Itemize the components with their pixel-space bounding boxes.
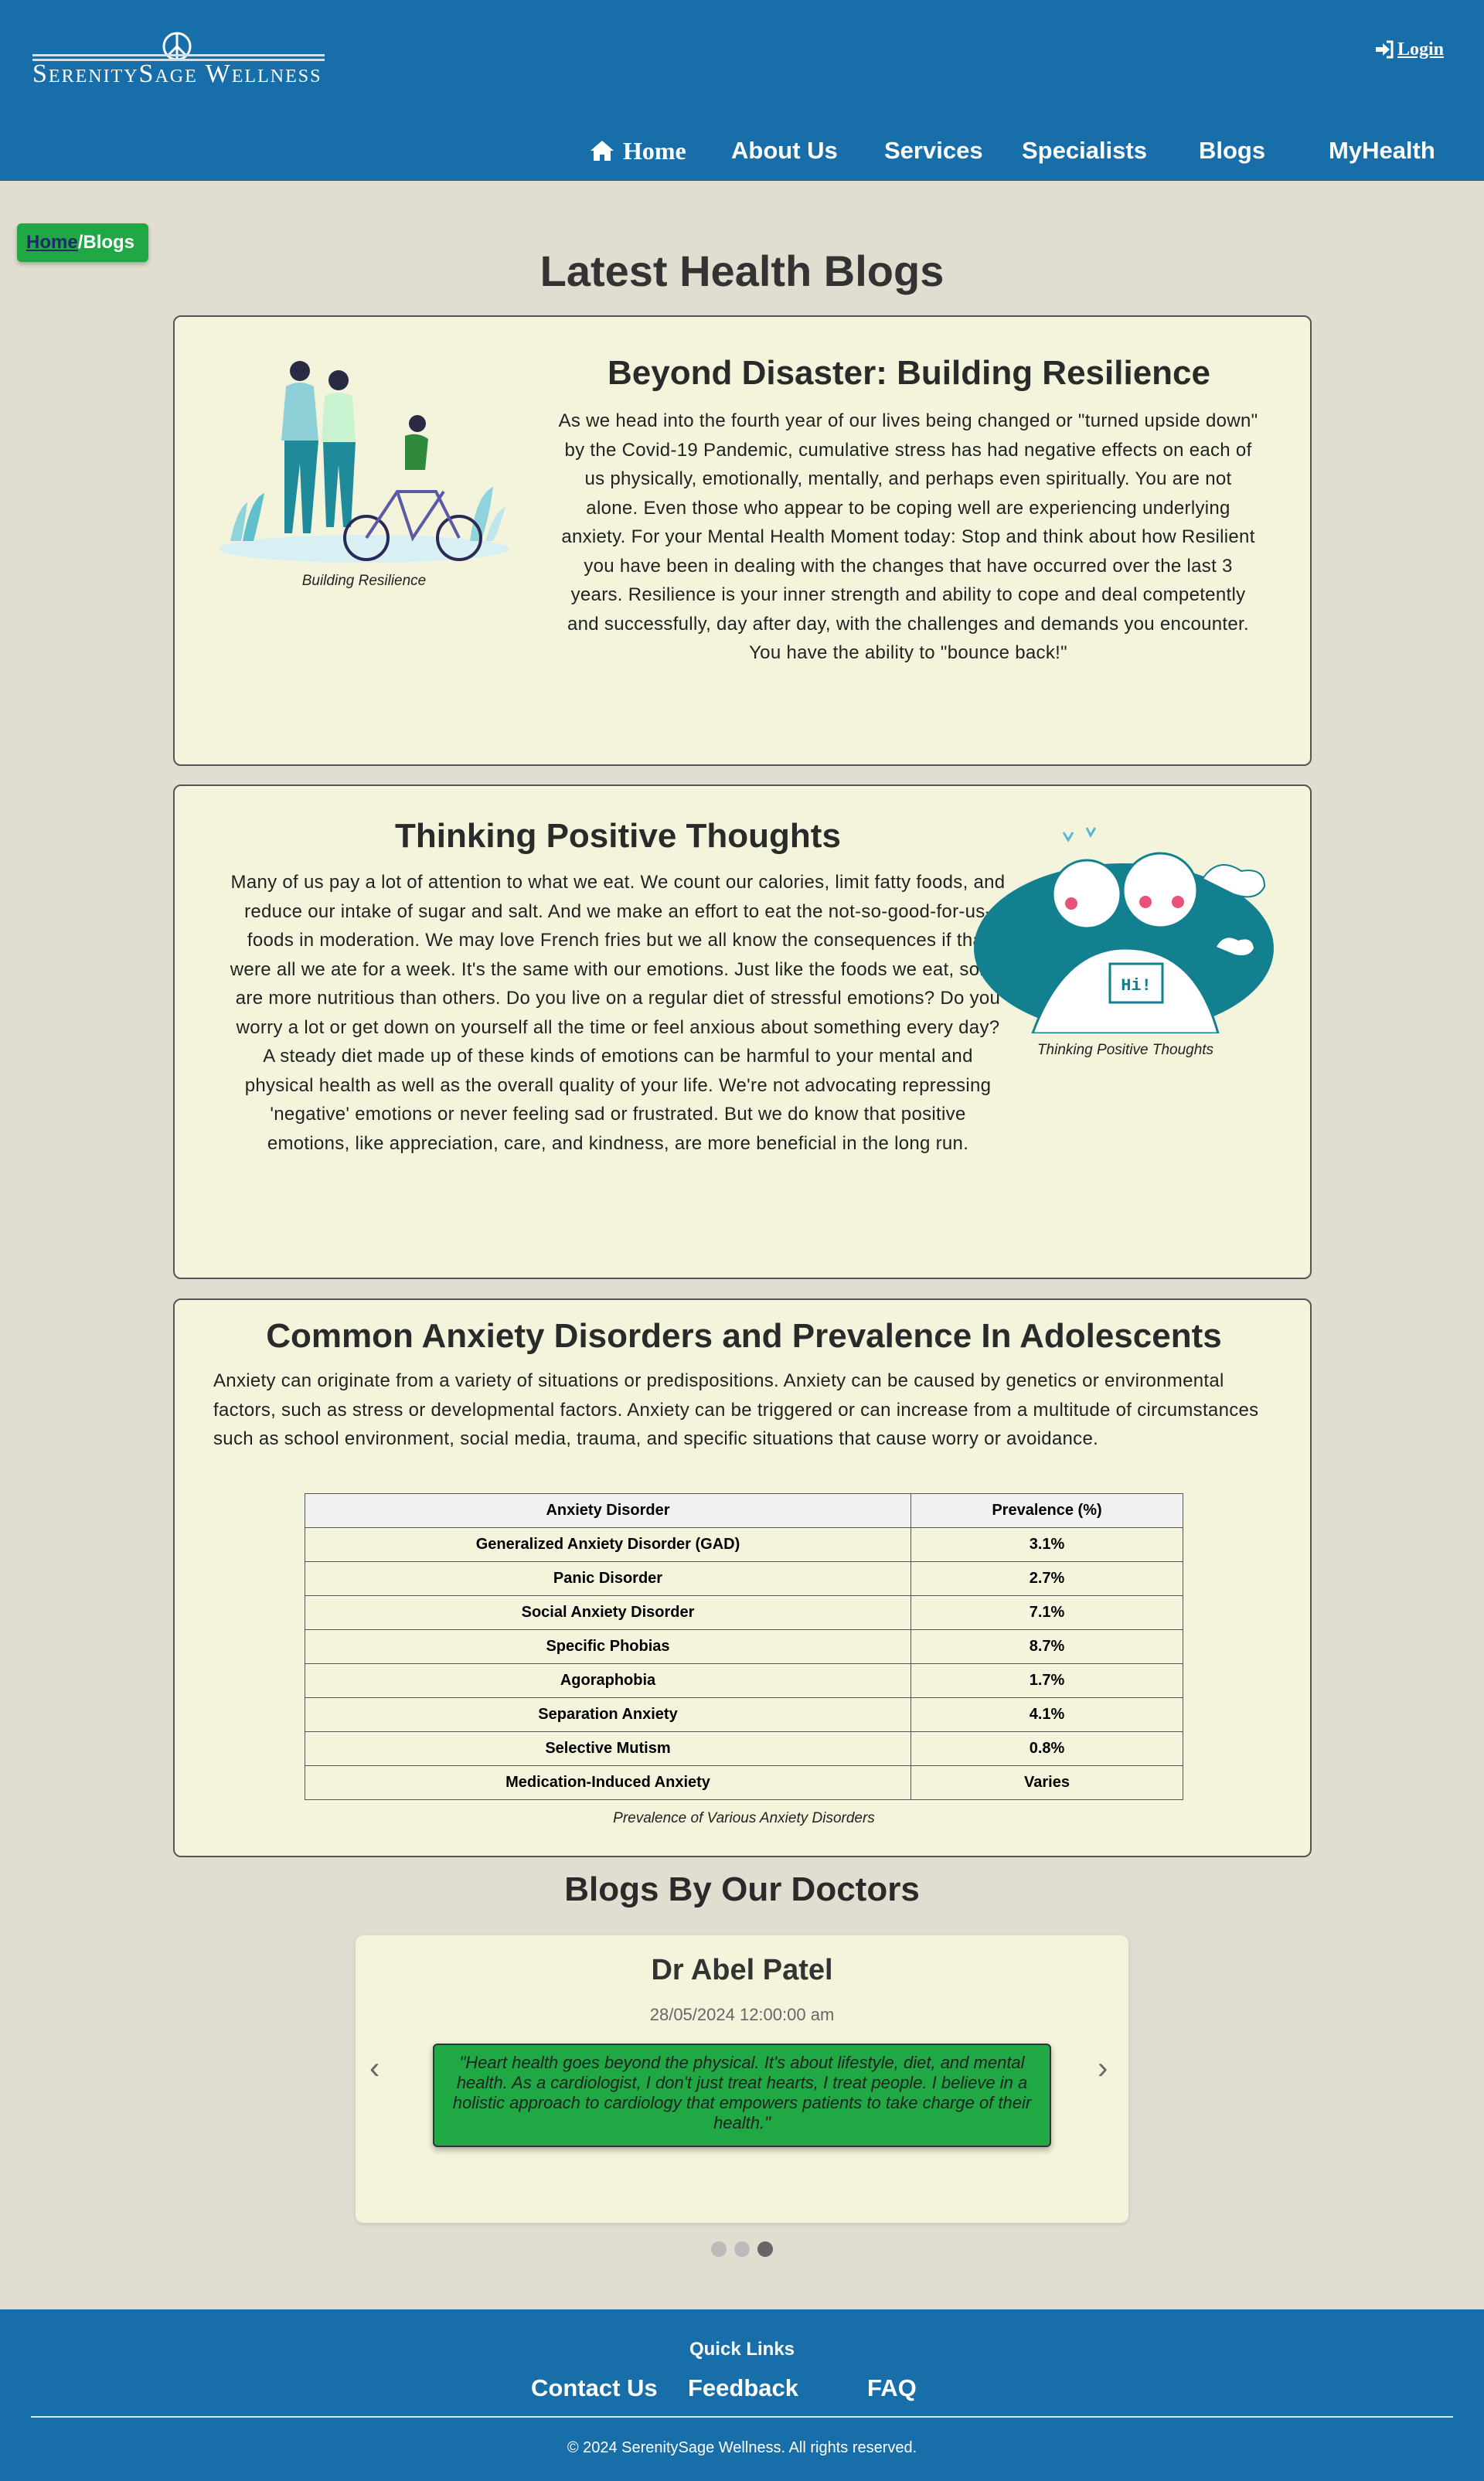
cell-disorder: Generalized Anxiety Disorder (GAD): [305, 1527, 911, 1562]
col-header-disorder: Anxiety Disorder: [305, 1493, 911, 1528]
family-cycling-illustration: [219, 361, 509, 563]
carousel-indicators: [711, 2241, 773, 2257]
footer-divider: [31, 2416, 1453, 2418]
sign-in-icon: [1376, 40, 1394, 59]
cell-prevalence: 1.7%: [910, 1663, 1183, 1698]
carousel-dot-1[interactable]: [711, 2241, 727, 2257]
nav-home-label: Home: [623, 136, 686, 165]
cell-prevalence: Varies: [910, 1765, 1183, 1800]
cell-disorder: Medication-Induced Anxiety: [305, 1765, 911, 1800]
quick-links-title: Quick Links: [689, 2339, 795, 2360]
nav-blogs[interactable]: Blogs: [1199, 131, 1265, 170]
carousel-dot-3[interactable]: [757, 2241, 773, 2257]
anxiety-card: Common Anxiety Disorders and Prevalence …: [173, 1298, 1312, 1857]
cell-prevalence: 4.1%: [910, 1697, 1183, 1732]
page-title: Latest Health Blogs: [539, 247, 945, 295]
footer-link-feedback[interactable]: Feedback: [688, 2374, 798, 2402]
carousel-next-button[interactable]: ›: [1098, 2051, 1108, 2086]
doctor-name: Dr Abel Patel: [651, 1954, 833, 1986]
table-row: Specific Phobias 8.7%: [305, 1629, 1183, 1664]
nav-myhealth[interactable]: MyHealth: [1329, 131, 1435, 170]
carousel-dot-2[interactable]: [734, 2241, 750, 2257]
table-row: Panic Disorder 2.7%: [305, 1561, 1183, 1596]
login-link[interactable]: Login: [1374, 36, 1444, 63]
table-header-row: Anxiety Disorder Prevalence (%): [305, 1493, 1183, 1528]
table-row: Separation Anxiety 4.1%: [305, 1697, 1183, 1732]
footer-link-faq[interactable]: FAQ: [867, 2374, 917, 2402]
peace-sign-icon: [162, 32, 192, 61]
cell-prevalence: 2.7%: [910, 1561, 1183, 1596]
nav-services[interactable]: Services: [884, 131, 983, 170]
blog-card-resilience: Building Resilience Beyond Disaster: Bui…: [173, 315, 1312, 766]
carousel-prev-button[interactable]: ‹: [369, 2051, 380, 2086]
doctors-blogs-title: Blogs By Our Doctors: [564, 1870, 920, 1908]
anxiety-table: Anxiety Disorder Prevalence (%) Generali…: [305, 1493, 1183, 1800]
positive-thoughts-caption: Thinking Positive Thoughts: [1036, 1042, 1214, 1058]
anxiety-intro: Anxiety can originate from a variety of …: [213, 1370, 1259, 1449]
logo-text: SerenitySage Wellness: [32, 60, 322, 88]
nav-home[interactable]: Home: [589, 131, 686, 170]
cell-prevalence: 3.1%: [910, 1527, 1183, 1562]
positive-thoughts-figure: Hi! Thinking Positive Thoughts: [971, 825, 1280, 1059]
cell-prevalence: 8.7%: [910, 1629, 1183, 1664]
blog-body-positive-thoughts: Many of us pay a lot of attention to wha…: [230, 872, 1006, 1154]
login-label: Login: [1397, 39, 1445, 60]
footer-link-contact-us[interactable]: Contact Us: [531, 2374, 658, 2402]
nav-specialists[interactable]: Specialists: [1022, 131, 1147, 170]
blog-card-positive-thoughts: Thinking Positive Thoughts Many of us pa…: [173, 784, 1312, 1279]
cell-disorder: Selective Mutism: [305, 1731, 911, 1766]
hi-sign-text: Hi!: [1121, 976, 1152, 995]
copyright-text: © 2024 SerenitySage Wellness. All rights…: [567, 2439, 917, 2456]
cell-disorder: Separation Anxiety: [305, 1697, 911, 1732]
home-icon: [591, 141, 614, 161]
cell-disorder: Agoraphobia: [305, 1663, 911, 1698]
col-header-prevalence: Prevalence (%): [910, 1493, 1183, 1528]
table-row: Selective Mutism 0.8%: [305, 1731, 1183, 1766]
blog-body-resilience: As we head into the fourth year of our l…: [558, 410, 1258, 663]
doctor-post-date: 28/05/2024 12:00:00 am: [649, 2005, 835, 2024]
cell-disorder: Panic Disorder: [305, 1561, 911, 1596]
doctor-quote: "Heart health goes beyond the physical. …: [433, 2044, 1051, 2147]
cell-prevalence: 7.1%: [910, 1595, 1183, 1630]
table-row: Medication-Induced Anxiety Varies: [305, 1765, 1183, 1800]
cell-disorder: Social Anxiety Disorder: [305, 1595, 911, 1630]
site-header: SerenitySage Wellness Login Home About U…: [0, 0, 1484, 181]
table-row: Generalized Anxiety Disorder (GAD) 3.1%: [305, 1527, 1183, 1562]
anxiety-table-caption: Prevalence of Various Anxiety Disorders: [613, 1810, 875, 1826]
resilience-figure: Building Resilience: [215, 356, 513, 590]
table-row: Social Anxiety Disorder 7.1%: [305, 1595, 1183, 1630]
blog-title-resilience: Beyond Disaster: Building Resilience: [608, 354, 1210, 392]
nav-about-us[interactable]: About Us: [731, 131, 838, 170]
friends-illustration: Hi!: [974, 827, 1274, 1035]
table-row: Agoraphobia 1.7%: [305, 1663, 1183, 1698]
resilience-caption: Building Resilience: [301, 573, 427, 589]
site-footer: Quick Links Contact Us Feedback FAQ © 20…: [0, 2309, 1484, 2481]
anxiety-title: Common Anxiety Disorders and Prevalence …: [266, 1317, 1222, 1355]
cell-disorder: Specific Phobias: [305, 1629, 911, 1664]
blog-title-positive-thoughts: Thinking Positive Thoughts: [395, 817, 841, 855]
cell-prevalence: 0.8%: [910, 1731, 1183, 1766]
site-logo[interactable]: SerenitySage Wellness: [32, 31, 326, 93]
doctor-blog-carousel: Dr Abel Patel 28/05/2024 12:00:00 am ‹ "…: [356, 1935, 1128, 2223]
logo-rule-top: [32, 54, 325, 56]
